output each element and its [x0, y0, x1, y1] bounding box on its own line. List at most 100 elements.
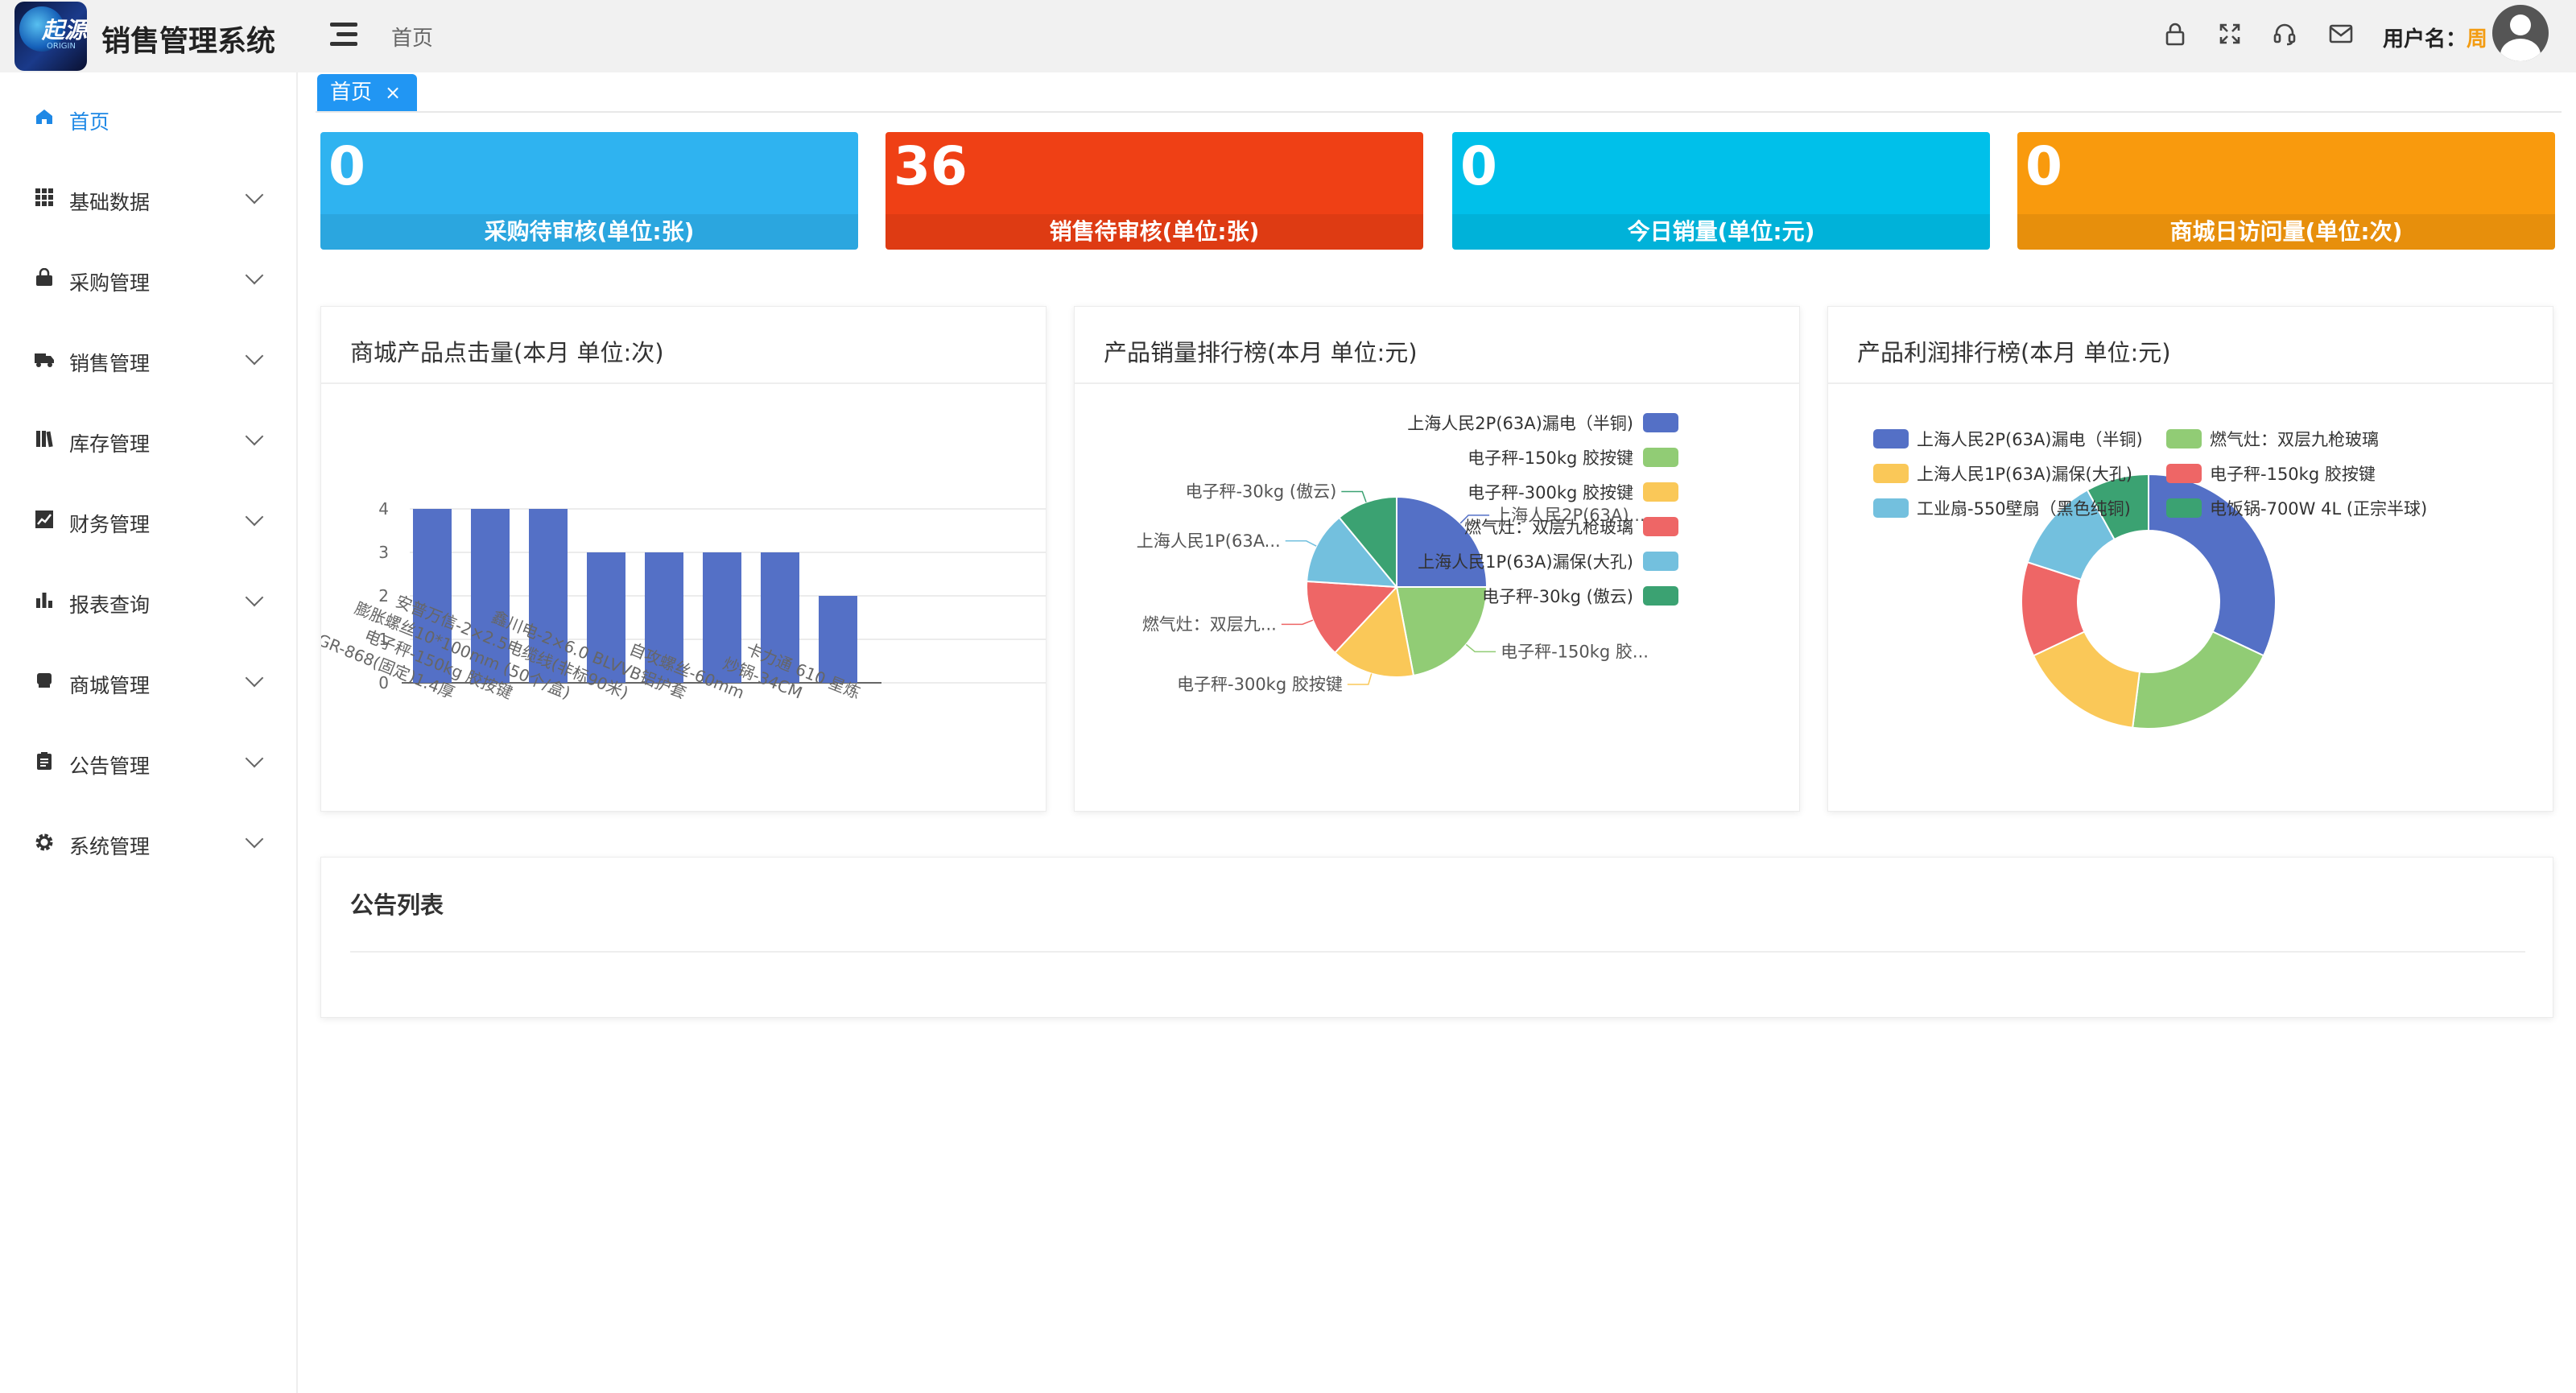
books-icon	[34, 429, 55, 450]
chevron-down-icon	[245, 507, 264, 527]
legend-label: 上海人民1P(63A)漏保(大孔)	[1917, 465, 2132, 484]
sidebar-item-label: 库存管理	[69, 432, 151, 456]
grid-icon	[34, 188, 55, 209]
tab-home[interactable]: 首页 ×	[317, 74, 417, 111]
pie-leader-line	[1281, 619, 1314, 626]
legend-label: 上海人民2P(63A)漏电（半铜)	[1407, 414, 1633, 433]
sidebar-item-sales[interactable]: 销售管理	[0, 335, 296, 383]
y-tick-label: 3	[378, 543, 389, 562]
sidebar-item-label: 系统管理	[69, 835, 151, 858]
stat-caption: 今日销量(单位:元)	[1452, 214, 1990, 250]
sidebar-item-label: 公告管理	[69, 754, 151, 778]
sidebar-item-mall[interactable]: 商城管理	[0, 657, 296, 705]
legend-label: 工业扇-550壁扇（黑色纯铜)	[1917, 499, 2131, 519]
logo: 起源 ORIGIN	[14, 2, 87, 71]
stat-value: 0	[2025, 135, 2062, 197]
stat-caption: 商城日访问量(单位:次)	[2017, 214, 2555, 250]
sidebar-item-purchase[interactable]: 采购管理	[0, 254, 296, 303]
stat-caption: 销售待审核(单位:张)	[886, 214, 1423, 250]
chevron-down-icon	[245, 668, 264, 688]
panel-title: 商城产品点击量(本月 单位:次)	[350, 339, 664, 366]
sidebar-item-finance[interactable]: 财务管理	[0, 496, 296, 544]
app-title: 销售管理系统	[101, 25, 276, 58]
chevron-down-icon	[245, 588, 264, 607]
breadcrumb: 首页	[391, 27, 434, 51]
sidebar-item-reports[interactable]: 报表查询	[0, 577, 296, 625]
user-label: 用户名：	[2383, 27, 2467, 52]
legend-swatch	[2166, 464, 2202, 483]
panel-sales-ranking: 产品销量排行榜(本月 单位:元) 上海人民2P(63A)... 电子秤-150kg…	[1074, 306, 1800, 812]
pie-slice	[1396, 495, 1488, 588]
sidebar-item-label: 商城管理	[69, 674, 151, 697]
panel-title: 产品利润排行榜(本月 单位:元)	[1857, 339, 2171, 366]
sidebar-item-basic-data[interactable]: 基础数据	[0, 174, 296, 222]
pie-slice-label: 上海人民1P(63A...	[1137, 531, 1281, 551]
legend-swatch	[1643, 413, 1678, 432]
pie-leader-line	[1285, 540, 1317, 547]
avatar[interactable]	[2492, 5, 2549, 61]
chevron-down-icon	[245, 266, 264, 285]
home-icon	[34, 107, 55, 128]
panel-profit-ranking: 产品利润排行榜(本月 单位:元) 上海人民2P(63A)漏电（半铜) 燃气灶：双层…	[1827, 306, 2553, 812]
sales-pie-chart: 上海人民2P(63A)...电子秤-150kg 胶...电子秤-300kg 胶按…	[1137, 413, 1678, 694]
legend-label: 电子秤-30kg (傲云)	[1482, 587, 1633, 606]
pie-slice-label: 电子秤-30kg (傲云)	[1185, 482, 1336, 501]
stat-value: 0	[328, 135, 365, 197]
stat-card-purchase-pending: 0 采购待审核(单位:张)	[320, 132, 858, 250]
truck-icon	[34, 349, 55, 370]
tab-strip: 首页 ×	[316, 72, 2562, 113]
stat-caption: 采购待审核(单位:张)	[320, 214, 858, 250]
headset-icon[interactable]	[2270, 19, 2299, 48]
legend-label: 燃气灶：双层九枪玻璃	[2210, 430, 2379, 449]
sidebar-item-label: 基础数据	[69, 191, 151, 214]
pie-leader-line	[1341, 490, 1367, 502]
legend-label: 电饭锅-700W 4L (正宗半球)	[2210, 499, 2427, 519]
trend-icon	[34, 510, 55, 531]
close-icon[interactable]: ×	[385, 74, 401, 111]
sidebar-item-system[interactable]: 系统管理	[0, 818, 296, 866]
pie-slice-label: 电子秤-150kg 胶...	[1501, 642, 1649, 661]
pie-slice-label: 电子秤-300kg 胶按键	[1177, 675, 1343, 694]
legend-swatch	[1873, 429, 1909, 448]
legend-swatch	[2166, 498, 2202, 518]
legend-swatch	[1643, 482, 1678, 502]
legend-label: 电子秤-150kg 胶按键	[1468, 448, 1633, 468]
top-header: 起源 ORIGIN 销售管理系统 首页 用户名： 周	[0, 0, 2576, 72]
legend-label: 电子秤-300kg 胶按键	[1468, 483, 1633, 502]
profit-donut-chart: 上海人民2P(63A)漏电（半铜) 燃气灶：双层九枪玻璃上海人民1P(63A)漏保…	[1873, 429, 2427, 730]
sidebar-item-inventory[interactable]: 库存管理	[0, 415, 296, 464]
sidebar-item-notices[interactable]: 公告管理	[0, 738, 296, 786]
fullscreen-icon[interactable]	[2215, 19, 2244, 48]
menu-toggle-icon[interactable]	[330, 23, 357, 47]
legend-label: 上海人民2P(63A)漏电（半铜)	[1917, 430, 2143, 449]
pie-leader-line	[1347, 673, 1373, 685]
logo-text: 起源	[42, 17, 87, 43]
donut-slice	[2132, 630, 2265, 730]
sidebar-item-label: 财务管理	[69, 513, 151, 536]
y-tick-label: 4	[378, 499, 389, 519]
legend-label: 电子秤-150kg 胶按键	[2210, 465, 2376, 484]
clicks-bar-chart: 01234二级插头:GR-868(固定)1.4厚电子秤-150kg 胶按键膨胀螺…	[321, 499, 1046, 703]
stat-card-mall-visits: 0 商城日访问量(单位:次)	[2017, 132, 2555, 250]
pie-leader-line	[1465, 643, 1496, 653]
legend-swatch	[1873, 464, 1909, 483]
y-tick-label: 2	[378, 586, 389, 606]
mail-icon[interactable]	[2326, 19, 2355, 48]
clipboard-icon	[34, 751, 55, 772]
lock-icon[interactable]	[2161, 19, 2190, 48]
legend-swatch	[1643, 517, 1678, 536]
tab-label: 首页	[330, 81, 373, 105]
stat-value: 36	[894, 135, 968, 197]
logo-subtext: ORIGIN	[47, 42, 76, 51]
bar-chart-icon	[34, 590, 55, 611]
sidebar-item-home[interactable]: 首页	[0, 93, 296, 142]
chevron-down-icon	[245, 749, 264, 768]
legend-swatch	[1873, 498, 1909, 518]
sidebar-item-label: 销售管理	[69, 352, 151, 375]
user-name[interactable]: 周	[2467, 23, 2487, 52]
sidebar-item-label: 报表查询	[69, 593, 151, 617]
panel-title: 公告列表	[350, 891, 444, 919]
panel-title: 产品销量排行榜(本月 单位:元)	[1104, 339, 1418, 366]
legend-label: 上海人民1P(63A)漏保(大孔)	[1418, 552, 1633, 572]
legend-swatch	[2166, 429, 2202, 448]
